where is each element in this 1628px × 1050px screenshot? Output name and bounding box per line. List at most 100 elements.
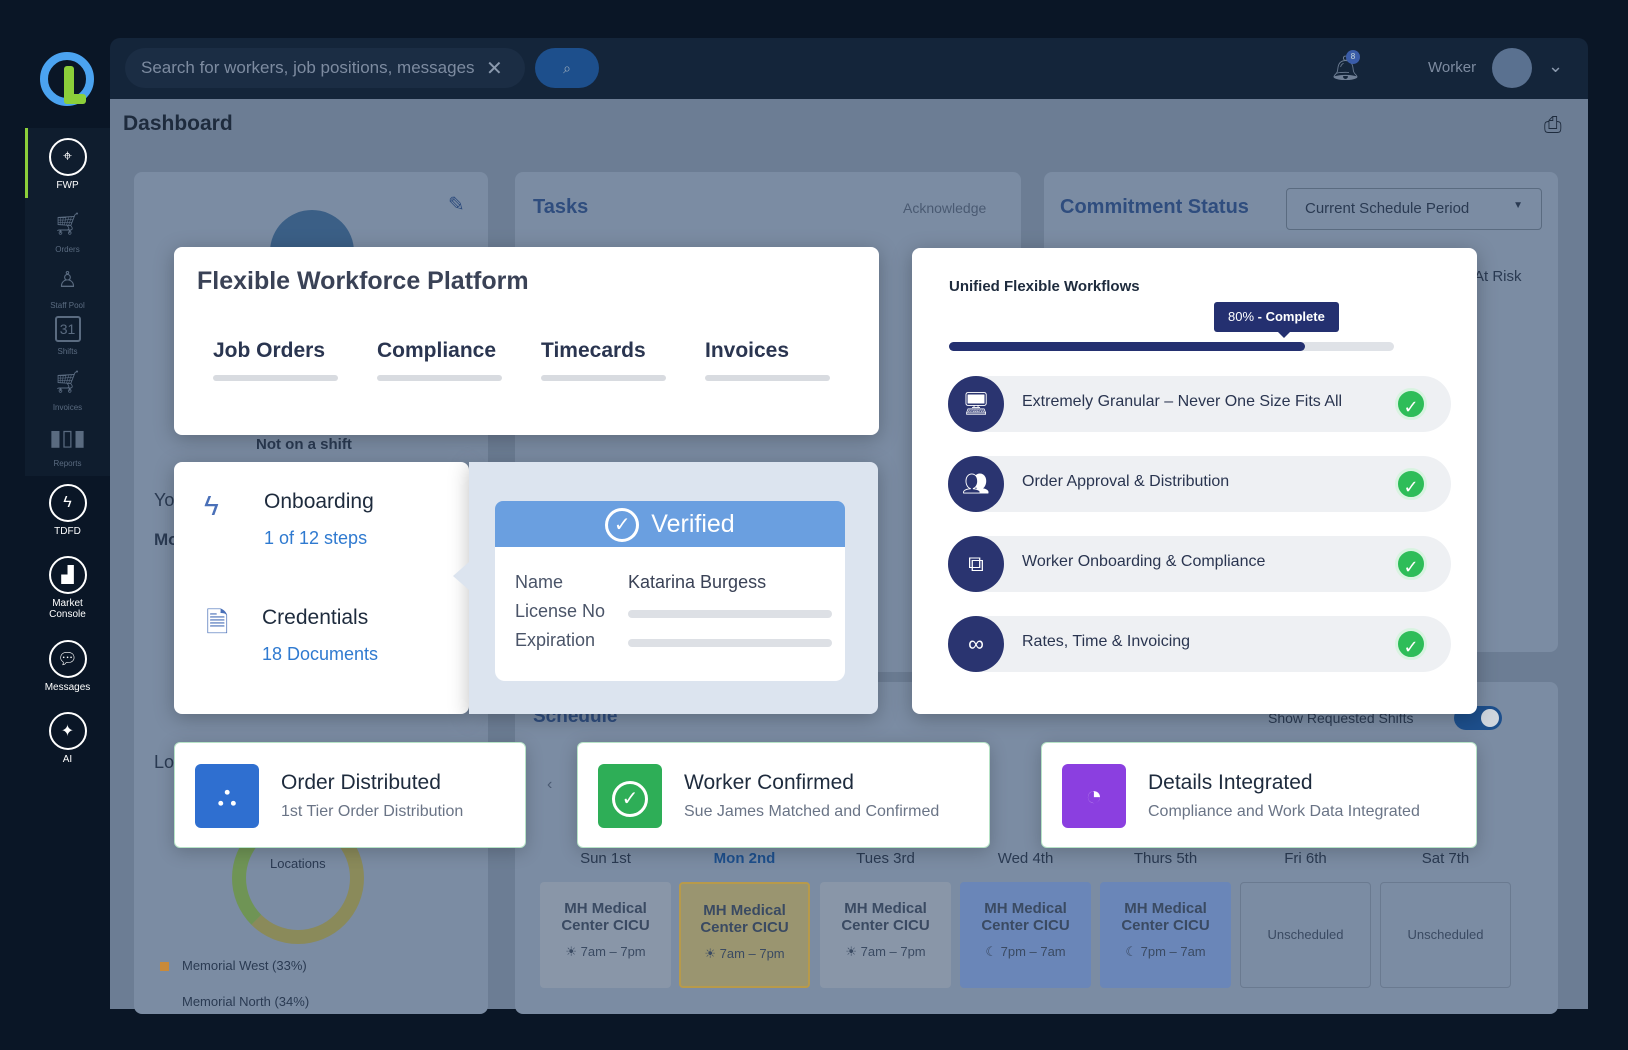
card-title: Worker Confirmed	[684, 771, 854, 794]
tile-label: Compliance	[377, 339, 497, 362]
nav-item-orders[interactable]: 🛒︎ Orders	[25, 208, 110, 255]
card-subtitle: Sue James Matched and Confirmed	[684, 803, 940, 820]
select-value: Current Schedule Period	[1305, 200, 1470, 217]
nav-label: Market Console	[49, 598, 86, 620]
progress-tooltip: 80% - Complete	[1214, 302, 1339, 332]
nav-label: Shifts	[57, 347, 78, 356]
nav-item-ai[interactable]: ✦ AI	[25, 712, 110, 765]
check-circle-icon: ✓	[598, 764, 662, 828]
workflow-item[interactable]: 👥︎ Order Approval & Distribution ✓	[948, 456, 1451, 512]
shift-cell[interactable]: MH Medical Center CICU ☾ 7pm – 7am	[1100, 882, 1231, 988]
nav-item-tdfd[interactable]: ϟ TDFD	[25, 484, 110, 537]
clear-search-icon[interactable]: ✕	[486, 56, 503, 81]
shift-cell[interactable]: Unscheduled	[1380, 882, 1511, 988]
tile-label: Timecards	[541, 339, 646, 362]
progress-fill	[949, 342, 1305, 351]
tile-timecards[interactable]: Timecards	[525, 307, 682, 413]
workflow-item[interactable]: 🖥︎ Extremely Granular – Never One Size Fi…	[948, 376, 1451, 432]
cart-icon: 🛒︎	[53, 211, 82, 236]
nav-item-staff-pool[interactable]: ♙ Staff Pool	[25, 264, 110, 311]
at-risk-label: At Risk	[1474, 268, 1522, 285]
tile-compliance[interactable]: Compliance	[361, 307, 518, 413]
nav-label: Orders	[55, 245, 80, 254]
link-icon: ∞	[948, 616, 1004, 672]
print-icon[interactable]: ⎙	[1544, 112, 1562, 138]
nav-item-messages[interactable]: 💬︎ Messages	[25, 640, 110, 693]
platform-card: Flexible Workforce Platform Job Orders C…	[174, 247, 879, 435]
shift-cell[interactable]: MH Medical Center CICU ☾ 7pm – 7am	[960, 882, 1091, 988]
shift-name: MH Medical Center CICU	[1121, 900, 1210, 934]
shift-name: MH Medical Center CICU	[841, 900, 930, 934]
workflow-label: Worker Onboarding & Compliance	[1022, 553, 1266, 570]
shift-time: 7am – 7pm	[860, 944, 926, 959]
search-button[interactable]: ⌕	[535, 48, 599, 88]
edit-icon[interactable]: ✎	[448, 192, 465, 217]
truncated-text: Lo	[154, 752, 175, 772]
sun-icon: ☀	[845, 944, 861, 959]
details-integrated-card[interactable]: ◔ Details Integrated Compliance and Work…	[1041, 742, 1477, 848]
search-input[interactable]: Search for workers, job positions, messa…	[125, 48, 525, 88]
verified-title: Verified	[651, 510, 735, 538]
donut-label: Locations	[270, 856, 326, 871]
progress-percent: 80%	[1228, 309, 1255, 324]
day-header: Wed 4th	[997, 850, 1054, 867]
name-label: Name	[515, 572, 564, 592]
shift-name: MH Medical Center CICU	[561, 900, 650, 934]
workflow-label: Order Approval & Distribution	[1022, 473, 1230, 490]
sun-icon: ☀	[565, 944, 581, 959]
tile-job-orders[interactable]: Job Orders	[197, 307, 354, 413]
workflows-card: Unified Flexible Workflows 80% - Complet…	[912, 248, 1477, 714]
avatar[interactable]	[1492, 48, 1532, 88]
sun-icon: ☀	[704, 946, 720, 961]
legend-item: Memorial West (33%)	[182, 958, 307, 973]
check-icon: ✓	[1395, 628, 1427, 660]
verified-header: ✓ Verified	[495, 501, 845, 547]
order-distributed-card[interactable]: ⛬ Order Distributed 1st Tier Order Distr…	[174, 742, 526, 848]
nav-item-market-console[interactable]: ▟ Market Console	[25, 556, 110, 620]
nav-label: Messages	[44, 682, 91, 693]
shift-name: MH Medical Center CICU	[981, 900, 1070, 934]
onboarding-step[interactable]: Onboarding 1 of 12 steps	[264, 490, 374, 549]
placeholder-bar	[213, 375, 338, 381]
legend-item: Memorial North (34%)	[182, 994, 310, 1009]
nav-item-fwp[interactable]: ⌖ FWP	[25, 138, 110, 191]
nav-item-shifts[interactable]: 31 Shifts	[25, 316, 110, 357]
shift-name: MH Medical Center CICU	[700, 902, 789, 936]
moon-icon: ☾	[1125, 944, 1141, 959]
chevron-left-icon[interactable]: ‹	[547, 776, 552, 794]
check-circle-icon: ✓	[605, 508, 640, 543]
placeholder-bar	[541, 375, 666, 381]
nav-item-reports[interactable]: ▮▯▮ Reports	[25, 422, 110, 469]
chart-circle-icon: ▟	[48, 556, 87, 594]
shift-time: 7pm – 7am	[1000, 944, 1066, 959]
license-label: License No	[515, 601, 606, 621]
shift-cell[interactable]: Unscheduled	[1240, 882, 1371, 988]
workflow-item[interactable]: ∞ Rates, Time & Invoicing ✓	[948, 616, 1451, 672]
pie-icon: ◔	[1062, 764, 1126, 828]
nav-item-invoices[interactable]: 🛒︎ Invoices	[25, 366, 110, 413]
shift-cell[interactable]: MH Medical Center CICU ☀ 7am – 7pm	[679, 882, 810, 988]
workflow-label: Extremely Granular – Never One Size Fits…	[1022, 393, 1343, 410]
shift-name: Unscheduled	[1407, 927, 1484, 942]
tile-invoices[interactable]: Invoices	[689, 307, 846, 413]
acknowledge-link[interactable]: Acknowledge	[903, 200, 986, 216]
app-logo[interactable]	[40, 52, 94, 106]
check-icon: ✓	[1395, 548, 1427, 580]
map-pin-icon: ⌖	[48, 138, 87, 176]
shift-cell[interactable]: MH Medical Center CICU ☀ 7am – 7pm	[540, 882, 671, 988]
worker-confirmed-card[interactable]: ✓ Worker Confirmed Sue James Matched and…	[577, 742, 990, 848]
shift-cell[interactable]: MH Medical Center CICU ☀ 7am – 7pm	[820, 882, 951, 988]
tasks-title: Tasks	[533, 196, 589, 218]
commitment-title: Commitment Status	[1060, 196, 1249, 218]
chevron-down-icon[interactable]: ⌄	[1548, 56, 1563, 77]
verified-panel: ✓ Verified Name Katarina Burgess License …	[453, 462, 878, 714]
lightning-icon: ϟ	[204, 490, 219, 521]
period-select[interactable]: Current Schedule Period ▼	[1286, 188, 1542, 230]
credentials-step[interactable]: Credentials 18 Documents	[262, 606, 378, 665]
workflow-item[interactable]: ⧉ Worker Onboarding & Compliance ✓	[948, 536, 1451, 592]
check-icon: ✓	[1395, 388, 1427, 420]
shift-status: Not on a shift	[256, 436, 352, 453]
onboarding-title: Onboarding	[264, 490, 374, 513]
placeholder-bar	[377, 375, 502, 381]
tooltip-arrow	[1278, 332, 1290, 338]
